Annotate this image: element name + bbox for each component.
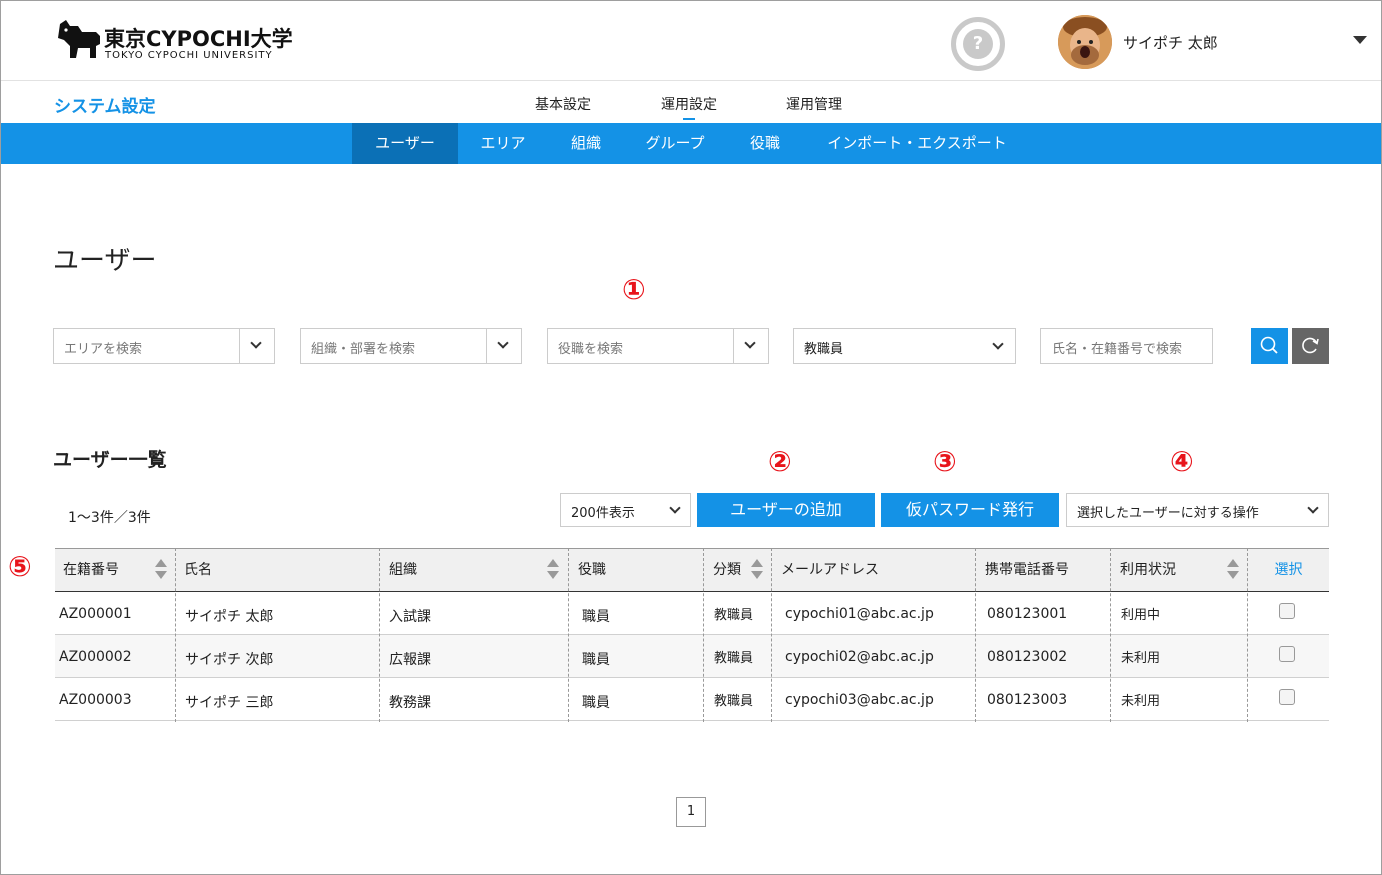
bulk-action-value: 選択したユーザーに対する操作 — [1077, 506, 1259, 521]
tab-bar: ユーザー エリア 組織 グループ 役職 インポート・エクスポート — [1, 123, 1381, 164]
per-page-value: 200件表示 — [571, 506, 635, 521]
university-logo[interactable]: 東京CYPOCHI大学 TOKYO CYPOCHI UNIVERSITY — [56, 18, 296, 64]
org-dropdown-button[interactable] — [486, 329, 521, 363]
category-value: 教職員 — [804, 342, 844, 357]
column-divider — [1247, 548, 1248, 722]
column-divider — [175, 548, 176, 722]
table-header: 在籍番号 氏名 組織 役職 分類 メールアドレス 携帯電話番号 利用状況 選択 — [55, 548, 1329, 592]
page-1-button[interactable]: 1 — [676, 797, 706, 827]
chevron-down-icon — [497, 337, 509, 349]
bulk-action-select[interactable]: 選択したユーザーに対する操作 — [1066, 493, 1329, 527]
system-settings-title: システム設定 — [54, 97, 156, 117]
table-row[interactable]: AZ000002 サイポチ 次郎 広報課 職員 教職員 cypochi02@ab… — [55, 635, 1329, 678]
dog-logo-icon — [58, 20, 100, 58]
table-row[interactable]: AZ000003 サイポチ 三郎 教務課 職員 教職員 cypochi03@ab… — [55, 678, 1329, 721]
role-search-placeholder: 役職を検索 — [558, 342, 624, 357]
annotation-marker-4: ④ — [1170, 445, 1194, 478]
area-search-select[interactable]: エリアを検索 — [53, 328, 275, 364]
logo-subtitle: TOKYO CYPOCHI UNIVERSITY — [105, 50, 273, 61]
sort-student-id-icon[interactable] — [155, 559, 167, 581]
cell-email: cypochi03@abc.ac.jp — [785, 692, 934, 708]
col-email: メールアドレス — [781, 562, 879, 578]
user-menu-caret-icon[interactable] — [1353, 36, 1367, 44]
result-count: 1〜3件／3件 — [68, 510, 151, 526]
help-button[interactable]: ? — [951, 17, 1005, 71]
col-status[interactable]: 利用状況 — [1112, 549, 1242, 591]
sub-header: システム設定 基本設定 運用設定 運用管理 — [1, 82, 1381, 123]
chevron-down-icon — [1307, 502, 1319, 514]
col-select[interactable]: 選択 — [1248, 549, 1329, 591]
chevron-down-icon — [744, 337, 756, 349]
column-divider — [771, 548, 772, 722]
tab-area[interactable]: エリア — [467, 123, 539, 164]
row-select-checkbox[interactable] — [1279, 603, 1295, 619]
role-search-select[interactable]: 役職を検索 — [547, 328, 769, 364]
name-search-input[interactable]: 氏名・在籍番号で検索 — [1040, 328, 1213, 364]
logo-name: 東京CYPOCHI大学 — [104, 27, 293, 51]
annotation-marker-1: ① — [622, 273, 646, 306]
column-divider — [975, 548, 976, 722]
nav-basic-settings[interactable]: 基本設定 — [535, 94, 591, 114]
tab-import-export[interactable]: インポート・エクスポート — [813, 123, 1021, 164]
sort-category-icon[interactable] — [751, 559, 763, 581]
col-mobile: 携帯電話番号 — [985, 562, 1069, 578]
annotation-marker-3: ③ — [933, 445, 957, 478]
reset-button[interactable] — [1292, 328, 1329, 364]
cell-mobile: 080123003 — [987, 692, 1068, 708]
avatar[interactable] — [1058, 15, 1112, 69]
column-divider — [568, 548, 569, 722]
area-dropdown-button[interactable] — [239, 329, 274, 363]
tab-users[interactable]: ユーザー — [352, 123, 458, 164]
cell-role: 職員 — [582, 695, 610, 711]
user-list-title: ユーザー一覧 — [53, 449, 167, 471]
cell-name: サイポチ 三郎 — [185, 695, 274, 711]
column-divider — [379, 548, 380, 722]
sort-organization-icon[interactable] — [547, 559, 559, 581]
col-name: 氏名 — [184, 562, 212, 578]
cell-organization: 教務課 — [389, 695, 431, 711]
cell-status: 未利用 — [1121, 694, 1161, 709]
issue-temp-password-button[interactable]: 仮パスワード発行 — [881, 493, 1059, 527]
annotation-marker-2: ② — [768, 445, 792, 478]
area-search-placeholder: エリアを検索 — [64, 342, 143, 357]
org-search-placeholder: 組織・部署を検索 — [311, 342, 416, 357]
chevron-down-icon — [669, 502, 681, 514]
table-row[interactable]: AZ000001 サイポチ 太郎 入試課 職員 教職員 cypochi01@ab… — [55, 592, 1329, 635]
nav-operation-management[interactable]: 運用管理 — [786, 94, 842, 114]
search-icon — [1260, 336, 1278, 354]
annotation-marker-5: ⑤ — [8, 550, 32, 583]
role-dropdown-button[interactable] — [733, 329, 768, 363]
col-role: 役職 — [578, 562, 606, 578]
app-header: 東京CYPOCHI大学 TOKYO CYPOCHI UNIVERSITY ? サ… — [1, 1, 1381, 81]
column-divider — [703, 548, 704, 722]
chevron-down-icon — [992, 338, 1004, 350]
column-divider — [1110, 548, 1111, 722]
search-button[interactable] — [1251, 328, 1288, 364]
tab-role[interactable]: 役職 — [734, 123, 796, 164]
row-select-checkbox[interactable] — [1279, 689, 1295, 705]
add-user-button[interactable]: ユーザーの追加 — [697, 493, 875, 527]
per-page-select[interactable]: 200件表示 — [560, 493, 691, 527]
category-select[interactable]: 教職員 — [793, 328, 1016, 364]
row-select-checkbox[interactable] — [1279, 646, 1295, 662]
tab-group[interactable]: グループ — [633, 123, 717, 164]
sort-status-icon[interactable] — [1227, 559, 1239, 581]
cell-category: 教職員 — [714, 694, 754, 709]
chevron-down-icon — [250, 337, 262, 349]
question-icon: ? — [963, 29, 993, 59]
page-title: ユーザー — [53, 246, 157, 276]
tab-organization[interactable]: 組織 — [556, 123, 616, 164]
org-search-select[interactable]: 組織・部署を検索 — [300, 328, 522, 364]
user-avatar-icon — [1058, 15, 1112, 69]
col-organization[interactable]: 組織 — [381, 549, 561, 591]
cell-student-id: AZ000003 — [59, 692, 132, 708]
user-name: サイポチ 太郎 — [1123, 34, 1218, 52]
nav-operation-settings[interactable]: 運用設定 — [661, 94, 717, 120]
refresh-icon — [1302, 337, 1319, 354]
name-search-placeholder: 氏名・在籍番号で検索 — [1052, 342, 1183, 357]
